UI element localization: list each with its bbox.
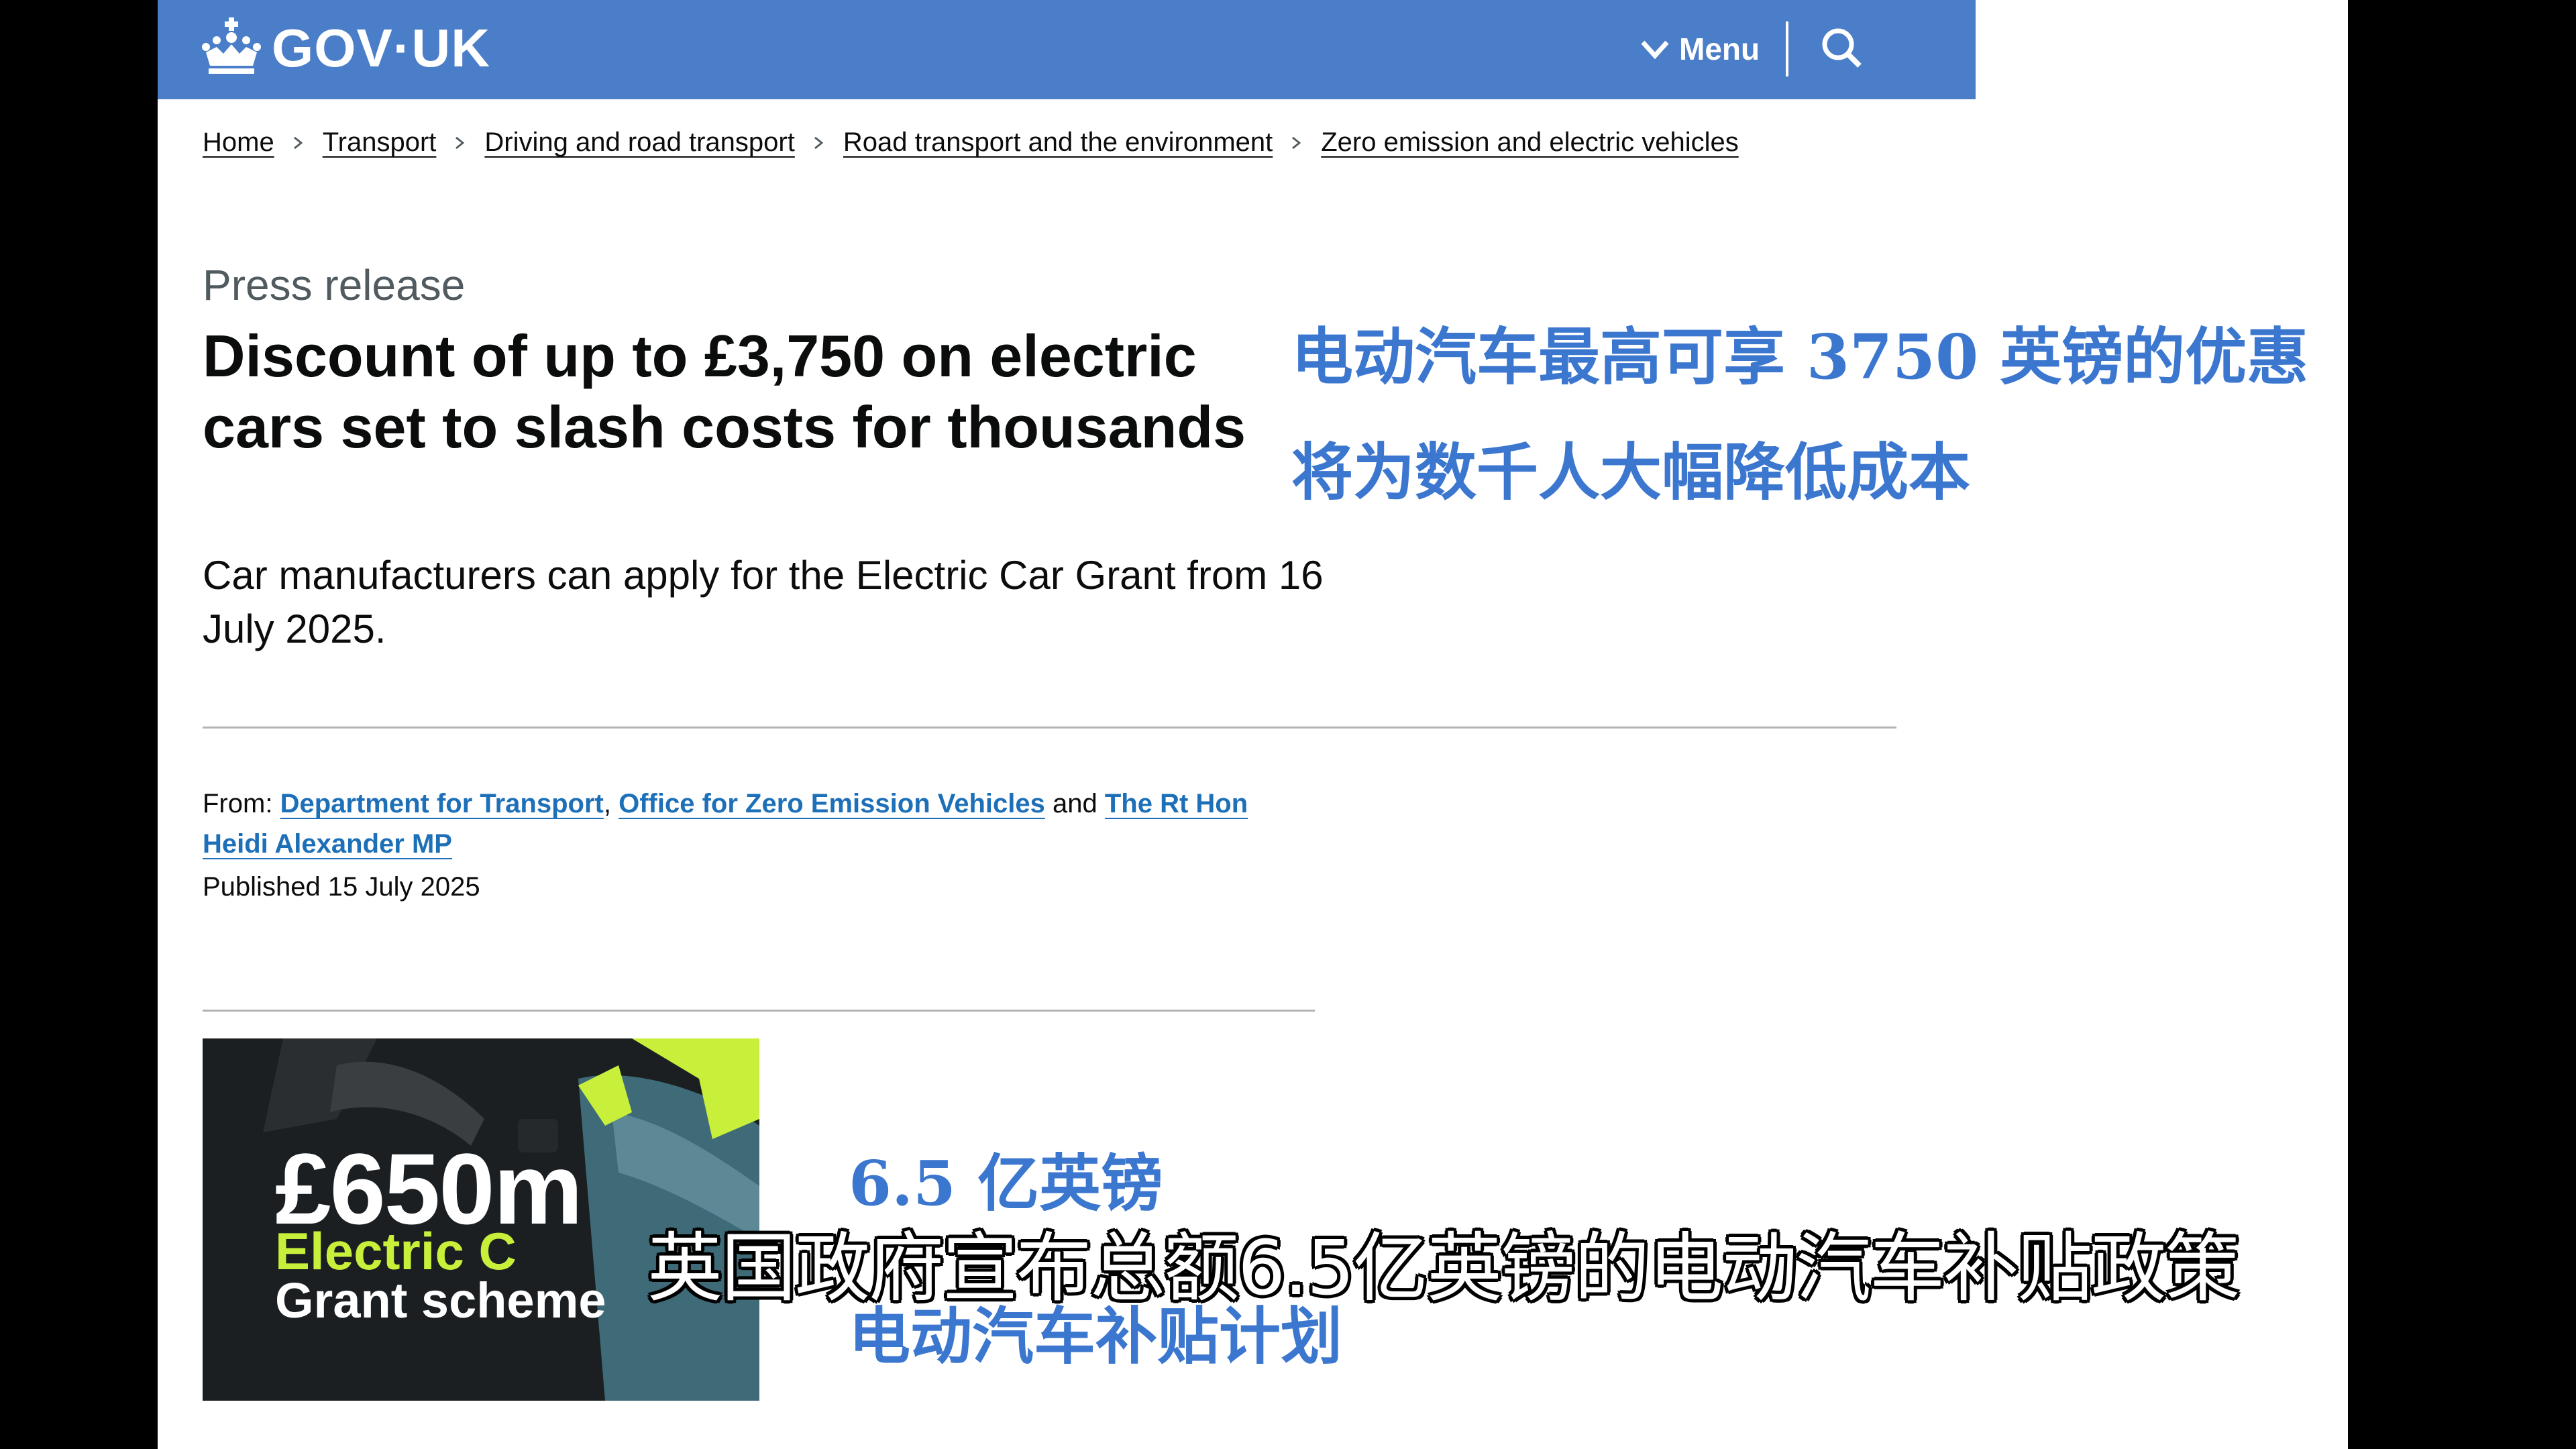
breadcrumb-environment[interactable]: Road transport and the environment: [843, 127, 1273, 158]
search-button[interactable]: [1818, 24, 1866, 72]
published-date: Published 15 July 2025: [203, 872, 480, 902]
crown-icon: [201, 17, 262, 80]
from-metadata: From: Department for Transport, Office f…: [203, 784, 1303, 864]
lead-paragraph: Car manufacturers can apply for the Elec…: [203, 553, 1324, 651]
overlay-title-cn-line1: 电动汽车最高可享 3750 英镑的优惠: [1291, 321, 2309, 393]
site-header: GOV·UK Menu: [158, 0, 1976, 99]
from-separator: ,: [603, 789, 611, 818]
video-subtitle: 英国政府宣布总额6.5亿英镑的电动汽车补贴政策: [647, 1225, 2240, 1312]
section-divider: [203, 727, 1896, 729]
chevron-right-icon: [812, 136, 826, 150]
link-department-for-transport[interactable]: Department for Transport: [280, 789, 604, 818]
chevron-right-icon: [1290, 136, 1303, 150]
chevron-right-icon: [292, 136, 305, 150]
metadata-divider: [203, 1010, 1315, 1012]
chevron-right-icon: [453, 136, 467, 150]
page-caption: Press release: [203, 261, 466, 309]
gov-uk-page: GOV·UK Menu Home Transport Driving and r…: [158, 0, 2348, 1449]
breadcrumb-zero-emission[interactable]: Zero emission and electric vehicles: [1321, 127, 1738, 158]
from-label: From:: [203, 789, 273, 818]
menu-button[interactable]: Menu: [1640, 20, 1760, 78]
logo-text: GOV·UK: [272, 18, 490, 78]
link-ozev[interactable]: Office for Zero Emission Vehicles: [619, 789, 1045, 818]
header-divider: [1786, 21, 1788, 76]
breadcrumb: Home Transport Driving and road transpor…: [203, 127, 1739, 158]
search-icon: [1818, 28, 1866, 75]
menu-label: Menu: [1679, 32, 1760, 66]
breadcrumb-transport[interactable]: Transport: [323, 127, 437, 158]
from-and: and: [1053, 789, 1097, 818]
chevron-down-icon: [1640, 31, 1679, 67]
hero-line2: Grant scheme: [275, 1273, 606, 1328]
page-title: Discount of up to £3,750 on electric car…: [203, 323, 1246, 460]
overlay-title-cn-line2: 将为数千人大幅降低成本: [1291, 436, 1971, 508]
breadcrumb-home[interactable]: Home: [203, 127, 274, 158]
govuk-logo-link[interactable]: GOV·UK: [201, 15, 490, 82]
breadcrumb-driving[interactable]: Driving and road transport: [484, 127, 794, 158]
